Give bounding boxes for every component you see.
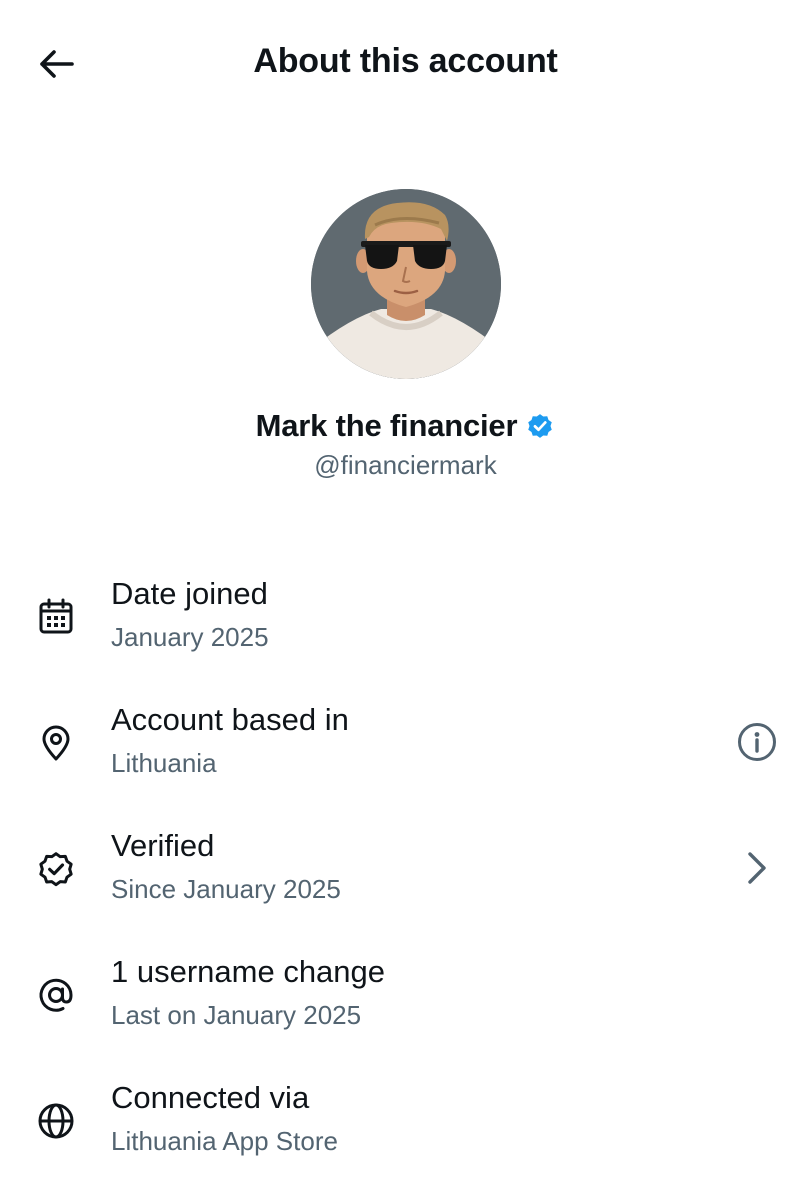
profile-name-row: Mark the financier [0,408,811,444]
detail-row-connected-via: Connected via Lithuania App Store [0,1072,811,1198]
avatar-illustration [311,189,501,379]
verified-icon [34,847,78,891]
detail-label: Account based in [111,702,349,737]
calendar-icon [34,595,78,639]
verified-badge-icon [528,414,553,438]
detail-row-account-based-in: Account based in Lithuania [0,694,811,820]
globe-icon [34,1099,78,1143]
avatar[interactable] [311,189,501,379]
detail-value: Last on January 2025 [111,1000,362,1030]
detail-row-username-change: 1 username change Last on January 2025 [0,946,811,1072]
info-button[interactable] [733,718,781,766]
detail-label: Connected via [111,1080,310,1115]
detail-label: Date joined [111,576,268,611]
page-title: About this account [253,42,558,80]
detail-value: January 2025 [111,622,269,652]
detail-row-date-joined: Date joined January 2025 [0,568,811,694]
detail-value: Since January 2025 [111,874,341,904]
detail-value: Lithuania [111,748,217,778]
detail-label: Verified [111,828,215,863]
account-details-list: Date joined January 2025 Account based i… [0,568,811,1198]
info-icon [738,723,776,761]
verified-details-button[interactable] [733,844,781,892]
at-sign-icon [34,973,78,1017]
chevron-right-icon [748,852,766,884]
detail-row-verified[interactable]: Verified Since January 2025 [0,820,811,946]
location-pin-icon [34,721,78,765]
display-name: Mark the financier [255,408,518,443]
handle: @financiermark [314,450,497,480]
detail-value: Lithuania App Store [111,1126,338,1156]
detail-label: 1 username change [111,954,386,989]
header: About this account [0,0,811,126]
